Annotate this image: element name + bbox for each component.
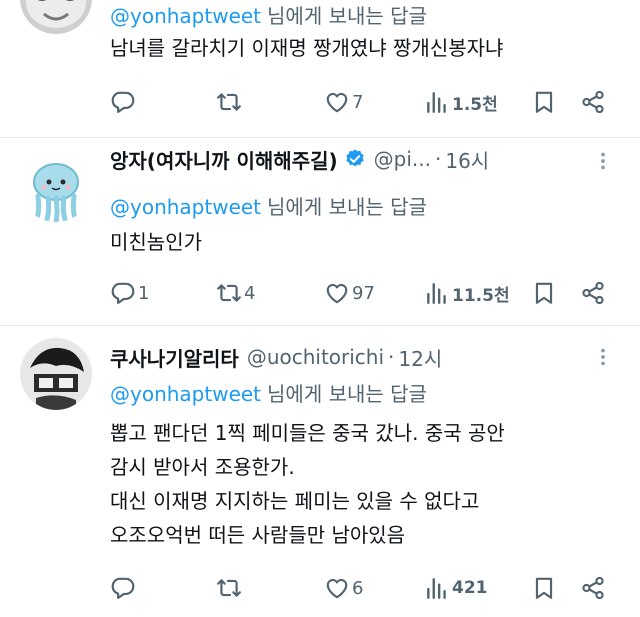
timestamp[interactable]: 16시: [445, 145, 489, 174]
reply-context: @yonhaptweet 님에게 보내는 답글: [110, 378, 427, 407]
like-icon: [324, 575, 350, 601]
reply-to-handle[interactable]: @yonhaptweet: [110, 195, 261, 219]
tweet-text: 뽑고 팬다던 1찍 페미들은 중국 갔나. 중국 공안 감시 받아서 조용한가.…: [110, 416, 505, 552]
tweet-text-line: 오조오억번 떠든 사람들만 남아있음: [110, 523, 406, 547]
tweet-text-line: 미친놈인가: [110, 230, 202, 254]
retweet-count: 4: [244, 282, 256, 304]
verified-badge-icon: [345, 149, 364, 167]
avatar[interactable]: [20, 150, 92, 222]
tweet-text-line: 감시 받아서 조용한가.: [110, 455, 295, 479]
tweet-text-line: 남녀를 갈라치기 이재명 짱개였냐 짱개신봉자냐: [110, 36, 504, 60]
separator-dot: ·: [388, 345, 395, 369]
view-count: 1.5천: [452, 94, 498, 115]
reply-suffix: 님에게 보내는 답글: [267, 382, 427, 406]
reply-button[interactable]: [110, 87, 138, 117]
bookmark-icon: [531, 89, 557, 115]
retweet-button[interactable]: [216, 573, 244, 603]
more-icon[interactable]: [592, 150, 614, 172]
handle[interactable]: @uochitorichi: [247, 345, 384, 369]
reply-context: @yonhaptweet 님에게 보내는 답글: [110, 0, 427, 29]
avatar-image: [20, 150, 92, 222]
bookmark-button[interactable]: [531, 87, 557, 117]
share-button[interactable]: [580, 87, 606, 117]
like-count: 6: [352, 577, 364, 599]
action-bar: 1 4 97 11.5천: [0, 278, 640, 308]
bookmark-button[interactable]: [531, 278, 557, 308]
tweet-text: 미친놈인가: [110, 225, 202, 259]
reply-button[interactable]: [110, 573, 138, 603]
share-icon: [580, 280, 606, 306]
timestamp[interactable]: 12시: [398, 343, 442, 372]
like-icon: [324, 89, 350, 115]
views-button[interactable]: 1.5천: [424, 87, 498, 117]
like-icon: [324, 280, 350, 306]
retweet-button[interactable]: 4: [216, 278, 255, 308]
reply-icon: [110, 89, 136, 115]
tweet-text-line: 대신 이재명 지지하는 페미는 있을 수 없다고: [110, 489, 480, 513]
share-icon: [580, 89, 606, 115]
avatar-image: [20, 0, 92, 34]
reply-to-handle[interactable]: @yonhaptweet: [110, 4, 261, 28]
like-count: 7: [352, 91, 364, 113]
tweet-0[interactable]: @yonhaptweet 님에게 보내는 답글 남녀를 갈라치기 이재명 짱개였냐…: [0, 0, 640, 138]
like-button[interactable]: 6: [324, 573, 363, 603]
bookmark-icon: [531, 280, 557, 306]
tweet-2[interactable]: 쿠사나기알리타 @uochitorichi · 12시 @yonhaptweet…: [0, 326, 640, 617]
tweet-header: 쿠사나기알리타 @uochitorichi · 12시: [110, 342, 442, 372]
reply-suffix: 님에게 보내는 답글: [267, 195, 427, 219]
reply-context: @yonhaptweet 님에게 보내는 답글: [110, 191, 427, 220]
avatar[interactable]: [20, 0, 92, 34]
views-button[interactable]: 11.5천: [424, 278, 510, 308]
retweet-icon: [216, 89, 242, 115]
display-name[interactable]: 쿠사나기알리타: [110, 343, 239, 372]
retweet-button[interactable]: [216, 87, 244, 117]
views-button[interactable]: 421: [424, 573, 488, 603]
reply-button[interactable]: 1: [110, 278, 149, 308]
like-count: 97: [352, 282, 375, 304]
views-icon: [424, 89, 450, 115]
bookmark-icon: [531, 575, 557, 601]
like-button[interactable]: 97: [324, 278, 375, 308]
action-bar: 7 1.5천: [0, 87, 640, 117]
bookmark-button[interactable]: [531, 573, 557, 603]
reply-suffix: 님에게 보내는 답글: [267, 4, 427, 28]
handle[interactable]: @pi...: [374, 147, 431, 171]
reply-to-handle[interactable]: @yonhaptweet: [110, 382, 261, 406]
retweet-icon: [216, 575, 242, 601]
like-button[interactable]: 7: [324, 87, 363, 117]
more-icon[interactable]: [592, 346, 614, 368]
share-button[interactable]: [580, 573, 606, 603]
action-bar: 6 421: [0, 573, 640, 603]
reply-icon: [110, 575, 136, 601]
retweet-icon: [216, 280, 242, 306]
avatar[interactable]: [20, 338, 92, 410]
separator-dot: ·: [434, 147, 442, 171]
share-button[interactable]: [580, 278, 606, 308]
views-icon: [424, 575, 450, 601]
reply-count: 1: [138, 282, 150, 304]
tweet-text: 남녀를 갈라치기 이재명 짱개였냐 짱개신봉자냐: [110, 31, 503, 65]
display-name[interactable]: 앙자(여자니까 이해해주길): [110, 145, 338, 174]
avatar-image: [20, 338, 92, 410]
share-icon: [580, 575, 606, 601]
view-count: 421: [452, 578, 488, 598]
tweet-1[interactable]: 앙자(여자니까 이해해주길) @pi... · 16시 @yonhaptweet…: [0, 138, 640, 326]
view-count: 11.5천: [452, 285, 510, 306]
reply-icon: [110, 280, 136, 306]
tweet-text-line: 뽑고 팬다던 1찍 페미들은 중국 갔나. 중국 공안: [110, 421, 505, 445]
views-icon: [424, 280, 450, 306]
tweet-header: 앙자(여자니까 이해해주길) @pi... · 16시: [110, 144, 489, 174]
